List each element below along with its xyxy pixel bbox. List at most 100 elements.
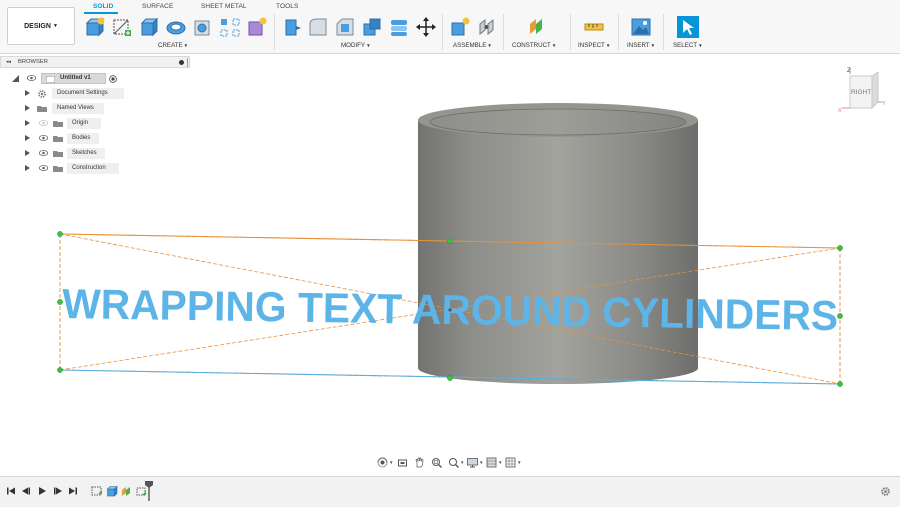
- chamfer-icon[interactable]: [334, 16, 356, 38]
- document-icon: [46, 76, 55, 83]
- browser-item-label: Sketches: [72, 150, 97, 156]
- press-pull-icon[interactable]: [281, 16, 303, 38]
- chevron-down-icon[interactable]: ▼: [389, 460, 393, 465]
- expand-arrow-icon[interactable]: [25, 90, 30, 96]
- tab-solid[interactable]: SOLID: [93, 3, 113, 10]
- play-icon[interactable]: [37, 486, 47, 496]
- go-to-start-icon[interactable]: [6, 486, 16, 496]
- measure-icon[interactable]: [583, 16, 605, 38]
- browser-item-construction[interactable]: Construction: [0, 163, 190, 175]
- tab-sheet-metal[interactable]: SHEET METAL: [201, 3, 247, 10]
- eye-icon[interactable]: [39, 165, 48, 171]
- display-settings-icon[interactable]: [467, 457, 478, 468]
- assemble-menu[interactable]: ASSEMBLE▼: [453, 42, 492, 49]
- toolbar: DESIGN ▼ SOLID SURFACE SHEET METAL TOOLS: [0, 0, 900, 54]
- browser-item-bodies[interactable]: Bodies: [0, 133, 190, 145]
- new-component-icon[interactable]: [84, 16, 106, 38]
- folder-icon: [37, 106, 47, 112]
- axis-x-label: X: [838, 108, 842, 114]
- expand-arrow-icon[interactable]: [25, 120, 30, 126]
- tab-surface[interactable]: SURFACE: [142, 3, 173, 10]
- go-to-end-icon[interactable]: [68, 486, 78, 496]
- browser-item-origin[interactable]: Origin: [0, 118, 190, 130]
- fillet-icon[interactable]: [307, 16, 329, 38]
- combine-icon[interactable]: [388, 16, 410, 38]
- step-forward-icon[interactable]: [53, 486, 63, 496]
- new-component-assemble-icon[interactable]: [449, 16, 471, 38]
- chevron-down-icon: ▼: [605, 43, 611, 48]
- timeline-marker-icon[interactable]: [145, 481, 153, 501]
- folder-icon: [53, 136, 63, 142]
- select-icon[interactable]: [677, 16, 699, 38]
- gear-icon[interactable]: [880, 486, 891, 497]
- joint-icon[interactable]: [476, 16, 498, 38]
- inspect-menu[interactable]: INSPECT▼: [578, 42, 610, 49]
- browser-item-document-settings[interactable]: Document Settings: [0, 88, 190, 100]
- root-item-label: Untitled v1: [60, 75, 91, 81]
- toolbar-separator: [570, 14, 571, 50]
- eye-icon[interactable]: [39, 150, 48, 156]
- panel-divider: [187, 58, 188, 67]
- activate-radio-icon[interactable]: [109, 75, 117, 83]
- browser-item-sketches[interactable]: Sketches: [0, 148, 190, 160]
- expand-arrow-icon[interactable]: [25, 135, 30, 141]
- step-back-icon[interactable]: [21, 486, 31, 496]
- toolbar-separator: [618, 14, 619, 50]
- pan-icon[interactable]: [414, 457, 425, 468]
- pin-icon[interactable]: [179, 60, 184, 65]
- create-menu[interactable]: CREATE▼: [158, 42, 188, 49]
- tab-tools[interactable]: TOOLS: [276, 3, 298, 10]
- select-menu[interactable]: SELECT▼: [673, 42, 703, 49]
- cylinder-body[interactable]: [418, 103, 698, 384]
- create-sketch-icon[interactable]: [111, 16, 133, 38]
- folder-icon: [53, 151, 63, 157]
- chevron-down-icon: ▼: [183, 43, 189, 48]
- insert-menu[interactable]: INSERT▼: [627, 42, 655, 49]
- collapse-arrows-icon[interactable]: ◂◂: [6, 59, 11, 65]
- axis-y-label: Y: [882, 101, 886, 107]
- browser-header[interactable]: ◂◂ BROWSER: [0, 56, 190, 68]
- hole-icon[interactable]: [192, 16, 214, 38]
- chevron-down-icon: ▼: [366, 43, 371, 48]
- browser-root-item[interactable]: Untitled v1: [0, 73, 190, 85]
- chevron-down-icon[interactable]: ▼: [498, 460, 502, 465]
- look-at-icon[interactable]: [397, 457, 408, 468]
- zoom-icon[interactable]: [448, 457, 459, 468]
- design-workspace-button[interactable]: DESIGN ▼: [7, 7, 75, 45]
- move-copy-icon[interactable]: [415, 16, 437, 38]
- browser-title: BROWSER: [18, 59, 48, 65]
- modify-menu[interactable]: MODIFY▼: [341, 42, 371, 49]
- expand-arrow-icon[interactable]: [25, 165, 30, 171]
- shell-feature-icon[interactable]: [121, 485, 133, 497]
- root-item-box[interactable]: Untitled v1: [41, 73, 106, 84]
- folder-icon: [53, 121, 63, 127]
- offset-plane-icon[interactable]: [526, 16, 548, 38]
- extrude-feature-icon[interactable]: [106, 485, 118, 497]
- pattern-icon[interactable]: [219, 16, 241, 38]
- sketch-feature-icon[interactable]: [91, 485, 103, 497]
- extrude-icon[interactable]: [138, 16, 160, 38]
- toolbar-tabs: SOLID SURFACE SHEET METAL TOOLS: [80, 0, 900, 13]
- chevron-down-icon[interactable]: ▼: [517, 460, 521, 465]
- create-form-icon[interactable]: [246, 16, 268, 38]
- chevron-down-icon[interactable]: ▼: [479, 460, 483, 465]
- shell-icon[interactable]: [361, 16, 383, 38]
- grid-icon[interactable]: [505, 457, 516, 468]
- viewcube[interactable]: Z RIGHT X Y: [836, 64, 890, 116]
- eye-hidden-icon[interactable]: [39, 120, 48, 126]
- folder-icon: [53, 166, 63, 172]
- viewcube-face-label: RIGHT: [851, 89, 871, 96]
- revolve-icon[interactable]: [165, 16, 187, 38]
- visual-style-icon[interactable]: [486, 457, 497, 468]
- eye-icon[interactable]: [27, 75, 36, 81]
- chevron-down-icon[interactable]: ▼: [460, 460, 464, 465]
- browser-item-named-views[interactable]: Named Views: [0, 103, 190, 115]
- expand-arrow-icon[interactable]: [12, 75, 19, 82]
- insert-image-icon[interactable]: [630, 16, 652, 38]
- eye-icon[interactable]: [39, 135, 48, 141]
- zoom-window-icon[interactable]: [431, 457, 442, 468]
- orbit-icon[interactable]: [377, 457, 388, 468]
- construct-menu[interactable]: CONSTRUCT▼: [512, 42, 556, 49]
- expand-arrow-icon[interactable]: [25, 105, 30, 111]
- expand-arrow-icon[interactable]: [25, 150, 30, 156]
